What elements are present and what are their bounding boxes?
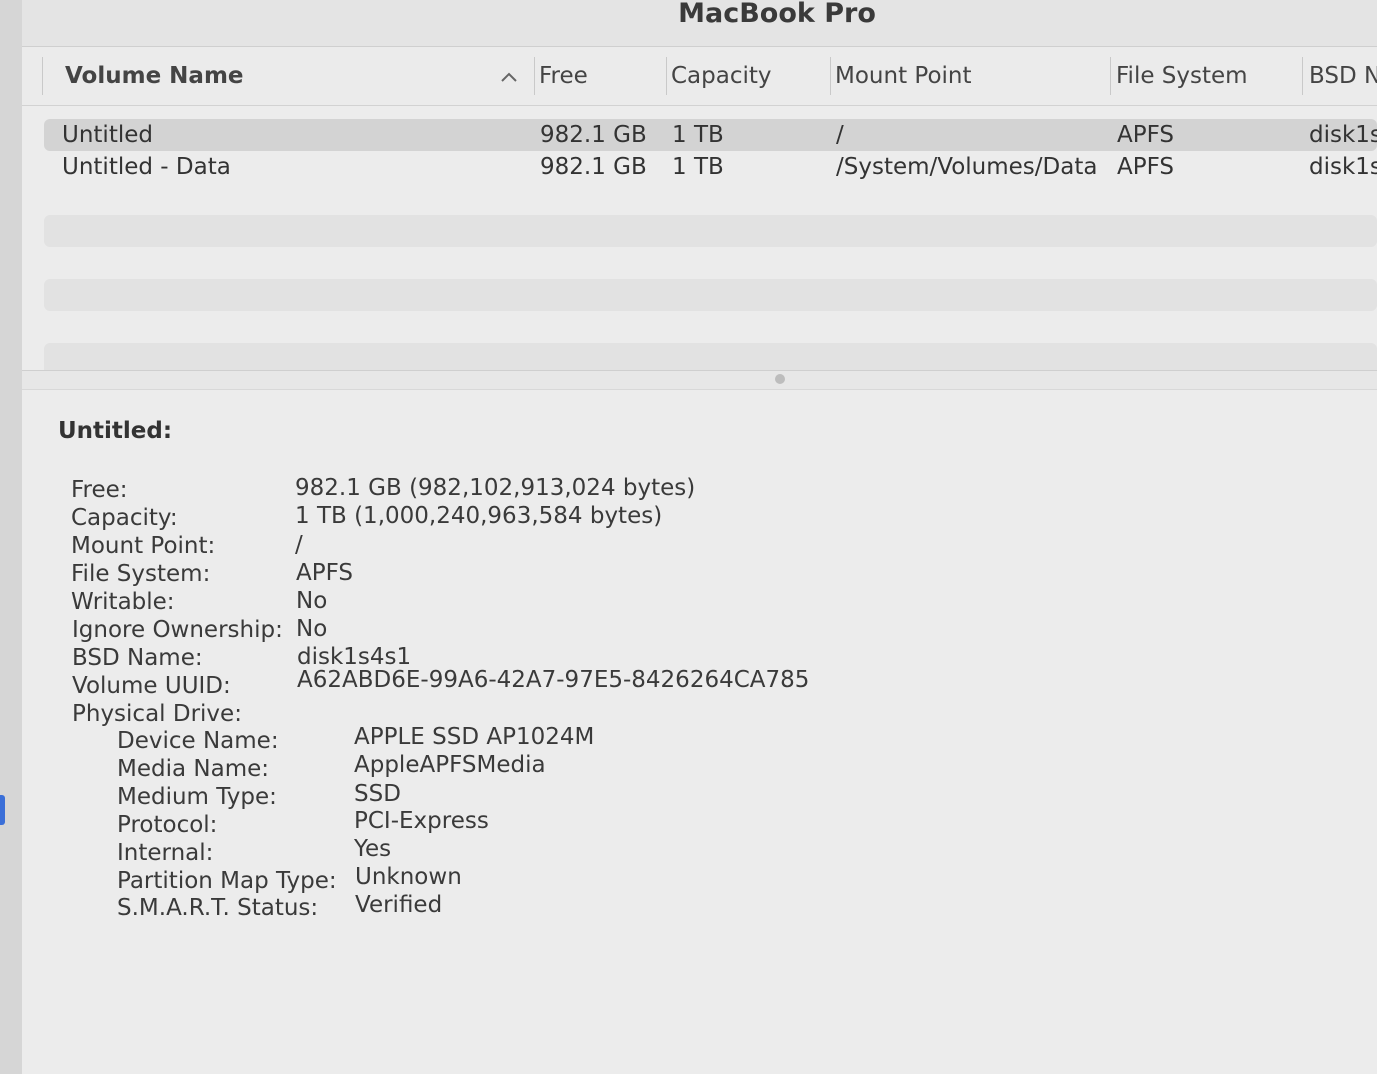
drive-value-medium-type: SSD bbox=[354, 781, 401, 807]
field-label-bsd-name: BSD Name: bbox=[72, 645, 203, 671]
drive-value-device-name: APPLE SSD AP1024M bbox=[354, 724, 595, 750]
field-label-physical-drive: Physical Drive: bbox=[72, 701, 242, 727]
cell-file-system: APFS bbox=[1117, 154, 1175, 180]
field-value-ignore-ownership: No bbox=[296, 616, 328, 642]
cell-mount-point: /System/Volumes/Data bbox=[836, 154, 1098, 180]
drive-label-medium-type: Medium Type: bbox=[117, 784, 277, 810]
cell-bsd-name: disk1s bbox=[1309, 154, 1377, 180]
cell-mount-point: / bbox=[836, 122, 844, 148]
column-header-file-system[interactable]: File System bbox=[1116, 59, 1296, 93]
sidebar-indicator bbox=[0, 795, 5, 825]
drive-value-media-name: AppleAPFSMedia bbox=[354, 752, 546, 778]
field-label-volume-uuid: Volume UUID: bbox=[72, 673, 231, 699]
drive-label-device-name: Device Name: bbox=[117, 728, 279, 754]
cell-free: 982.1 GB bbox=[540, 122, 647, 148]
drive-label-partition-map-type: Partition Map Type: bbox=[117, 868, 337, 894]
cell-capacity: 1 TB bbox=[672, 154, 724, 180]
cell-bsd-name: disk1s bbox=[1309, 122, 1377, 148]
empty-row-stripe bbox=[44, 279, 1377, 311]
cell-capacity: 1 TB bbox=[672, 122, 724, 148]
column-header-capacity[interactable]: Capacity bbox=[671, 59, 826, 93]
drive-label-media-name: Media Name: bbox=[117, 756, 269, 782]
drive-label-internal: Internal: bbox=[117, 840, 214, 866]
title-bar: MacBook Pro bbox=[22, 0, 1377, 47]
cell-volume-name: Untitled - Data bbox=[62, 154, 231, 180]
cell-free: 982.1 GB bbox=[540, 154, 647, 180]
cell-volume-name: Untitled bbox=[62, 122, 153, 148]
field-label-ignore-ownership: Ignore Ownership: bbox=[72, 617, 283, 643]
field-value-capacity: 1 TB (1,000,240,963,584 bytes) bbox=[295, 503, 663, 529]
drive-value-partition-map-type: Unknown bbox=[355, 864, 462, 890]
sort-ascending-icon[interactable] bbox=[498, 67, 520, 87]
field-value-volume-uuid: A62ABD6E-99A6-42A7-97E5-8426264CA785 bbox=[297, 667, 810, 693]
field-label-writable: Writable: bbox=[71, 589, 175, 615]
drive-value-protocol: PCI-Express bbox=[354, 808, 489, 834]
drive-label-smart-status: S.M.A.R.T. Status: bbox=[117, 895, 319, 921]
window-title: MacBook Pro bbox=[678, 0, 876, 29]
column-header-bsd-name[interactable]: BSD N bbox=[1309, 59, 1377, 93]
column-header-mount-point[interactable]: Mount Point bbox=[835, 59, 1105, 93]
drive-value-internal: Yes bbox=[354, 836, 392, 862]
splitter-handle-icon[interactable] bbox=[775, 374, 785, 384]
field-value-writable: No bbox=[296, 588, 328, 614]
pane-splitter[interactable] bbox=[22, 370, 1377, 390]
table-row[interactable]: Untitled - Data 982.1 GB 1 TB /System/Vo… bbox=[44, 151, 1377, 183]
column-header-volume-name[interactable]: Volume Name bbox=[65, 59, 485, 93]
table-row-selected[interactable]: Untitled 982.1 GB 1 TB / APFS disk1s bbox=[44, 119, 1377, 151]
field-label-capacity: Capacity: bbox=[71, 505, 178, 531]
drive-value-smart-status: Verified bbox=[355, 892, 443, 918]
left-edge bbox=[0, 0, 22, 1074]
field-value-file-system: APFS bbox=[296, 560, 354, 586]
empty-row-stripe bbox=[44, 215, 1377, 247]
drive-label-protocol: Protocol: bbox=[117, 812, 218, 838]
detail-title: Untitled: bbox=[58, 418, 173, 444]
table-header: Volume Name Free Capacity Mount Point Fi… bbox=[22, 47, 1377, 106]
field-label-free: Free: bbox=[71, 477, 128, 503]
detail-pane: Untitled: Free: 982.1 GB (982,102,913,02… bbox=[22, 390, 1377, 1074]
field-value-free: 982.1 GB (982,102,913,024 bytes) bbox=[295, 475, 696, 501]
column-header-free[interactable]: Free bbox=[539, 59, 664, 93]
volumes-table: Volume Name Free Capacity Mount Point Fi… bbox=[22, 47, 1377, 375]
field-label-mount-point: Mount Point: bbox=[71, 533, 216, 559]
cell-file-system: APFS bbox=[1117, 122, 1175, 148]
field-value-mount-point: / bbox=[295, 532, 303, 558]
system-information-window: MacBook Pro Volume Name Free Capacity Mo… bbox=[22, 0, 1377, 1074]
field-label-file-system: File System: bbox=[71, 561, 211, 587]
